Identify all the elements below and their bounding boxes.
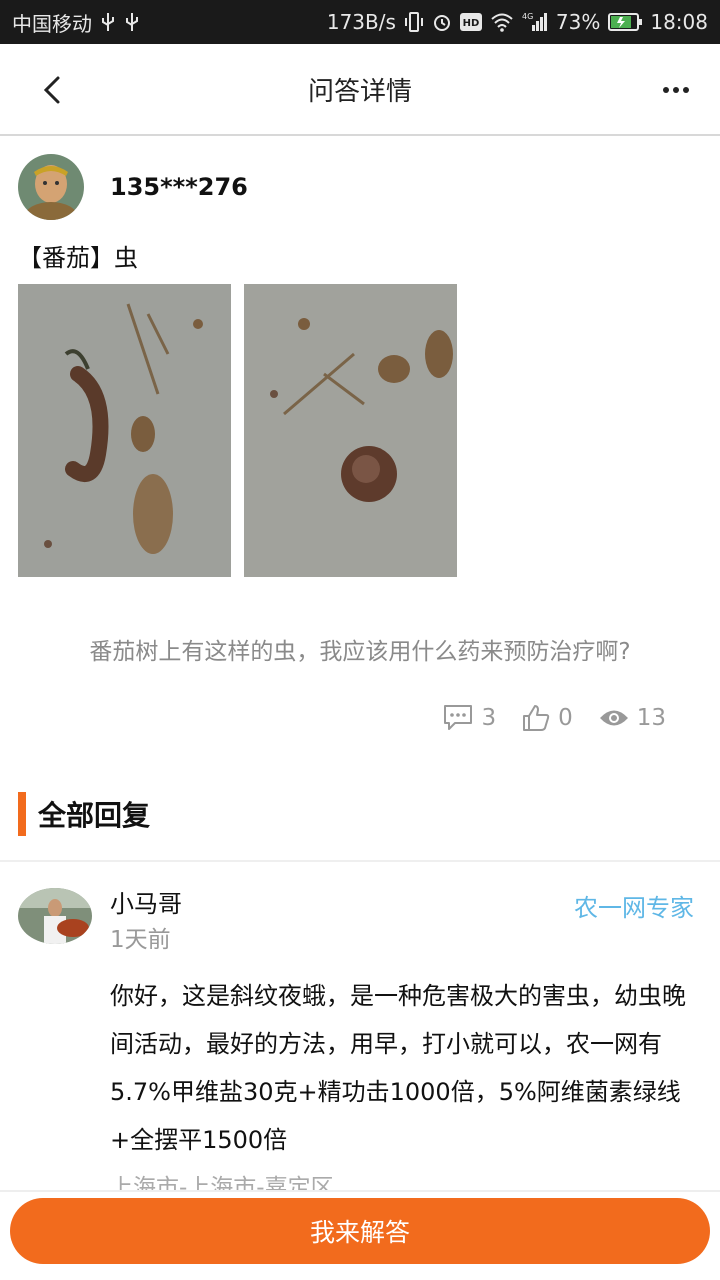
more-dots-icon [663,87,689,93]
question-username[interactable]: 135***276 [110,173,248,201]
hd-icon: HD [459,13,482,31]
expert-avatar-icon [18,888,92,944]
section-title: 全部回复 [38,799,151,832]
alarm-icon [432,12,452,32]
clock: 18:08 [650,10,708,34]
svg-text:4G: 4G [522,12,533,21]
reply-avatar[interactable] [18,888,92,944]
wifi-icon [490,12,514,32]
divider [0,860,720,862]
back-button[interactable] [30,68,74,112]
comment-icon [444,705,473,730]
like-button[interactable]: 0 [522,704,573,732]
reply-content: 你好，这是斜纹夜蛾，是一种危害极大的害虫，幼虫晚间活动，最好的方法，用早，打小就… [110,982,686,1154]
view-stat: 13 [599,705,666,731]
vibrate-icon [404,11,424,33]
more-button[interactable] [656,70,696,110]
question-stats: 3 0 13 [443,704,666,732]
caterpillar-photo-icon [18,284,231,577]
view-count: 13 [636,705,666,731]
question-image-2[interactable] [244,284,457,577]
question-title: 【番茄】虫 [18,244,138,272]
like-count: 0 [558,705,573,731]
caterpillar-photo-icon [244,284,457,577]
comment-count: 3 [481,705,497,731]
comment-count-button[interactable]: 3 [443,704,496,732]
chevron-left-icon [43,76,60,104]
thumbs-up-icon [523,705,550,731]
eye-icon [599,710,628,726]
question-author[interactable]: 135***276 [18,154,248,220]
section-accent-bar [18,792,26,836]
page-title: 问答详情 [307,76,412,107]
battery-icon [608,13,643,31]
avatar[interactable] [18,154,84,220]
replies-section-header: 全部回复 [18,792,150,836]
svg-text:HD: HD [463,18,480,29]
carrier-label: 中国移动 [12,11,92,36]
question-images [18,284,457,577]
signal-icon: 4G [522,11,548,33]
reply-author-name[interactable]: 小马哥 [110,884,182,919]
question-image-1[interactable] [18,284,231,577]
nav-bar: 问答详情 [0,44,720,136]
answer-button[interactable]: 我来解答 [10,1198,710,1264]
status-bar: 中国移动 173B/s HD 4G 73% 18:08 [0,0,720,44]
bottom-action-bar: 我来解答 [0,1190,720,1280]
net-speed: 173B/s [326,10,396,34]
usb-debug-icon [124,12,140,32]
monkey-king-avatar-icon [18,154,84,220]
battery-percent: 73% [555,10,601,34]
question-text: 番茄树上有这样的虫，我应该用什么药来预防治疗啊? [89,639,631,665]
expert-badge[interactable]: 农一网专家 [574,888,694,923]
reply-timestamp: 1天前 [110,927,171,953]
usb-icon [100,12,116,32]
